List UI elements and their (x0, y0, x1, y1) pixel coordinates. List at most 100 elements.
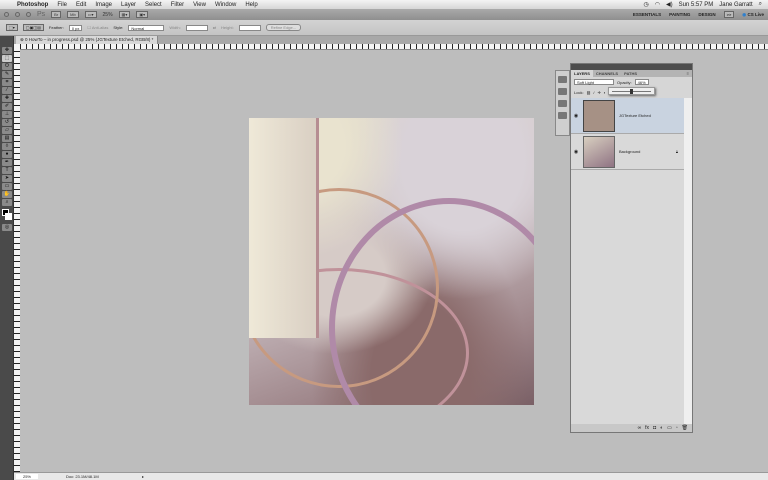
workspace-painting[interactable]: PAINTING (669, 12, 690, 17)
mini-bridge-button[interactable]: Mb (67, 11, 79, 18)
lasso-tool-icon[interactable]: ʘ (2, 63, 12, 70)
tab-layers[interactable]: LAYERS (571, 70, 593, 77)
close-tab-icon[interactable]: ⊗ (20, 37, 24, 42)
menu-file[interactable]: File (57, 2, 67, 8)
feather-input[interactable]: 0 px (68, 24, 83, 31)
delete-layer-icon[interactable]: 🗑︎ (682, 425, 688, 431)
add-mask-icon[interactable]: ◘ (653, 425, 656, 431)
horizontal-ruler[interactable] (20, 44, 768, 50)
vertical-ruler[interactable] (14, 50, 20, 472)
menu-edit[interactable]: Edit (76, 2, 86, 8)
panel-menu-icon[interactable]: ≡ (684, 70, 692, 77)
workspace-design[interactable]: DESIGN (698, 12, 715, 17)
menu-app[interactable]: Photoshop (17, 2, 48, 8)
menu-layer[interactable]: Layer (121, 2, 136, 8)
layer-style-icon[interactable]: fx (645, 425, 649, 431)
lock-transparency-icon[interactable]: ▨ (587, 90, 591, 95)
zoom-window-button[interactable] (26, 12, 31, 17)
tab-paths[interactable]: PATHS (621, 70, 640, 77)
healing-tool-icon[interactable]: ✚ (2, 95, 12, 102)
pen-tool-icon[interactable]: ✒ (2, 159, 12, 166)
dodge-tool-icon[interactable]: ● (2, 151, 12, 158)
eye-icon[interactable]: ◉ (571, 113, 581, 119)
layers-scrollbar[interactable] (684, 98, 692, 424)
layer-row[interactable]: ◉ JGTexture Etched (571, 98, 684, 134)
tab-channels[interactable]: CHANNELS (593, 70, 621, 77)
new-layer-icon[interactable]: ▫ (676, 425, 678, 431)
status-zoom[interactable]: 25% (16, 474, 38, 479)
swap-icon[interactable]: ⇄ (213, 25, 216, 30)
clone-stamp-tool-icon[interactable]: ⊥ (2, 111, 12, 118)
eye-icon[interactable]: ◉ (571, 149, 581, 155)
opacity-slider-popup[interactable] (608, 87, 655, 95)
adjustments-panel-icon[interactable] (558, 100, 567, 107)
selection-mode-buttons[interactable]: ▢▣◫▤ (22, 24, 44, 31)
height-input[interactable] (238, 24, 261, 31)
volume-icon[interactable]: ◀) (666, 1, 673, 8)
lock-all-icon[interactable]: ▪ (604, 90, 605, 95)
layer-row[interactable]: ◉ Background 🔒︎ (571, 134, 684, 170)
actions-panel-icon[interactable] (558, 88, 567, 95)
marquee-tool-icon[interactable]: ⬚ (2, 55, 12, 62)
workspace-essentials[interactable]: ESSENTIALS (633, 12, 661, 17)
layer-name[interactable]: JGTexture Etched (619, 113, 651, 118)
styles-panel-icon[interactable] (558, 112, 567, 119)
layer-name[interactable]: Background (619, 149, 640, 154)
crop-tool-icon[interactable]: ⌗ (2, 79, 12, 86)
style-select[interactable]: Normal (128, 24, 165, 31)
minimize-window-button[interactable] (15, 12, 20, 17)
background-color-swatch[interactable] (5, 213, 12, 220)
move-tool-icon[interactable]: ✥ (2, 47, 12, 54)
time-machine-icon[interactable]: ◷ (643, 1, 648, 8)
more-workspaces-button[interactable]: >> (723, 11, 735, 18)
quick-mask-icon[interactable]: ◎ (2, 224, 12, 231)
opacity-slider-thumb[interactable] (629, 89, 633, 94)
anti-alias-checkbox[interactable]: ☐ Anti-alias (87, 25, 108, 30)
refine-edge-button[interactable]: Refine Edge... (265, 24, 302, 31)
eraser-tool-icon[interactable]: ▱ (2, 127, 12, 134)
new-group-icon[interactable]: ▭ (667, 425, 672, 431)
tool-preset-picker[interactable]: ⬚▾ (6, 24, 18, 31)
type-tool-icon[interactable]: T (2, 167, 12, 174)
document-canvas-image[interactable] (249, 118, 534, 405)
blend-mode-select[interactable]: Soft Light (574, 79, 614, 85)
eyedropper-tool-icon[interactable]: ⁄ (2, 87, 12, 94)
brush-tool-icon[interactable]: ✐ (2, 103, 12, 110)
spotlight-icon[interactable]: ⌕ (759, 1, 762, 8)
screen-mode-button[interactable]: ▣▾ (136, 11, 149, 18)
view-extras-button[interactable]: ▭▾ (84, 11, 97, 18)
gradient-tool-icon[interactable]: ▤ (2, 135, 12, 142)
adjustment-layer-icon[interactable]: ◐ (660, 425, 663, 431)
link-layers-icon[interactable]: ∞ (638, 425, 642, 431)
menu-window[interactable]: Window (215, 2, 236, 8)
collapsed-panel-icons (555, 70, 570, 136)
shape-tool-icon[interactable]: ▭ (2, 183, 12, 190)
opacity-input[interactable]: 46% (634, 79, 649, 85)
history-panel-icon[interactable] (558, 76, 567, 83)
quick-select-tool-icon[interactable]: ✎ (2, 71, 12, 78)
lock-position-icon[interactable]: ✛ (597, 90, 600, 95)
arrange-documents-button[interactable]: ▦▾ (118, 11, 131, 18)
wifi-icon[interactable]: ◠ (655, 1, 660, 8)
close-window-button[interactable] (4, 12, 9, 17)
document-tab[interactable]: ⊗ 0 HowTo – in progress.psd @ 25% (JGTex… (16, 36, 159, 44)
blur-tool-icon[interactable]: ◊ (2, 143, 12, 150)
history-brush-tool-icon[interactable]: ↺ (2, 119, 12, 126)
lock-pixels-icon[interactable]: / (593, 90, 594, 95)
status-menu-arrow-icon[interactable]: ▸ (142, 474, 144, 479)
hand-tool-icon[interactable]: ✋ (2, 191, 12, 198)
menu-help[interactable]: Help (245, 2, 257, 8)
zoom-tool-icon[interactable]: ⌕ (2, 199, 12, 206)
bridge-button[interactable]: Br (51, 11, 62, 18)
menu-view[interactable]: View (193, 2, 206, 8)
zoom-level-select[interactable]: 25% (103, 12, 113, 18)
user-name[interactable]: Jane Garratt (719, 2, 752, 8)
menu-image[interactable]: Image (95, 2, 112, 8)
menu-select[interactable]: Select (145, 2, 162, 8)
status-info: Doc: 23.1M/48.1M (66, 474, 99, 479)
cs-live-button[interactable]: ◉ CS Live (742, 12, 764, 18)
menu-filter[interactable]: Filter (171, 2, 184, 8)
path-select-tool-icon[interactable]: ➤ (2, 175, 12, 182)
clock[interactable]: Sun 5:57 PM (679, 2, 714, 8)
width-input[interactable] (185, 24, 208, 31)
